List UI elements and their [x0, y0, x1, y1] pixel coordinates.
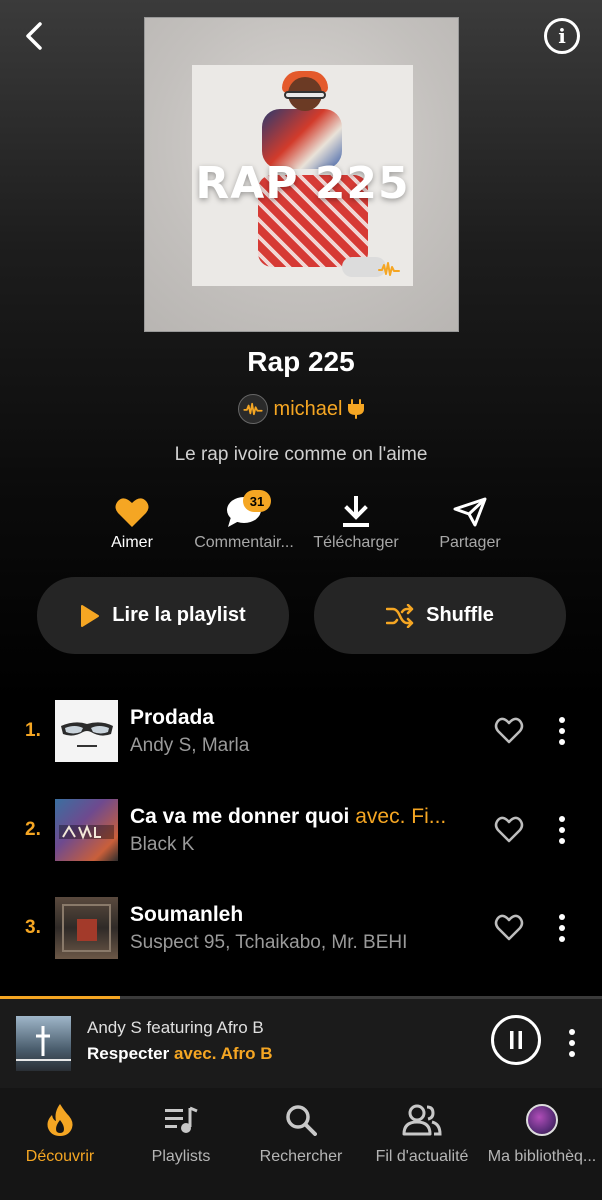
track-title: Soumanleh: [130, 903, 244, 926]
now-playing-artwork: [16, 1016, 71, 1071]
audiomack-logo-icon: [378, 262, 400, 276]
album-art-graffiti: [59, 824, 114, 840]
tab-label: Découvrir: [25, 1148, 95, 1165]
share-icon: [453, 497, 487, 527]
back-button[interactable]: [14, 16, 54, 56]
share-action[interactable]: Partager: [410, 494, 530, 552]
track-title: Prodada: [130, 706, 215, 729]
action-row: Aimer 31 Commentair... Télécharger Parta…: [76, 490, 526, 554]
shuffle-icon: [386, 603, 414, 628]
track-artist: Andy S, Marla: [130, 735, 250, 756]
heart-icon: [115, 498, 149, 527]
search-icon: [286, 1105, 317, 1136]
playlist-owner[interactable]: michael: [0, 394, 602, 424]
play-playlist-label: Lire la playlist: [112, 604, 246, 626]
download-icon: [343, 496, 369, 527]
track-number: 1.: [25, 720, 41, 741]
heart-outline-icon[interactable]: [494, 913, 524, 941]
download-action[interactable]: Télécharger: [296, 494, 416, 552]
heart-outline-icon[interactable]: [494, 815, 524, 843]
track-artwork: [55, 700, 118, 762]
people-icon: [402, 1104, 442, 1136]
track-row[interactable]: 2. Ca va me donner quoi avec. Fi... Blac…: [0, 799, 602, 869]
playlist-title: Rap 225: [247, 346, 355, 377]
tab-library[interactable]: Ma bibliothèq...: [482, 1088, 602, 1200]
album-art-landscape: [16, 1026, 71, 1061]
playlist-description: Le rap ivoire comme on l'aime: [174, 444, 428, 465]
info-icon: i: [558, 24, 566, 48]
more-vertical-icon[interactable]: [556, 815, 568, 845]
fire-icon: [47, 1104, 73, 1136]
shuffle-button[interactable]: Shuffle: [314, 577, 566, 654]
tab-label: Ma bibliothèq...: [487, 1148, 597, 1165]
tab-discover[interactable]: Découvrir: [0, 1088, 120, 1200]
track-row[interactable]: 1. Prodada Andy S, Marla: [0, 700, 602, 770]
comments-action[interactable]: 31 Commentair...: [184, 490, 304, 552]
play-playlist-button[interactable]: Lire la playlist: [37, 577, 289, 654]
tab-label: Rechercher: [259, 1148, 343, 1165]
sunglasses-artwork: [61, 722, 113, 747]
chevron-left-icon: [26, 22, 42, 50]
mini-player[interactable]: Andy S featuring Afro B Respecter avec. …: [0, 996, 602, 1088]
more-vertical-icon[interactable]: [556, 913, 568, 943]
track-artist: Suspect 95, Tchaikabo, Mr. BEHI: [130, 932, 408, 953]
comments-count-badge: 31: [243, 490, 271, 512]
cover-title: RAP 225: [195, 158, 410, 209]
plug-icon: [348, 399, 365, 419]
like-action[interactable]: Aimer: [72, 494, 192, 552]
now-playing-title: Respecter avec. Afro B: [87, 1044, 273, 1063]
comments-label: Commentair...: [194, 534, 294, 551]
audiomack-logo-icon: [242, 402, 263, 416]
pause-button[interactable]: [491, 1015, 541, 1065]
more-vertical-icon[interactable]: [566, 1028, 578, 1058]
track-number: 3.: [25, 917, 41, 938]
tab-label: Playlists: [151, 1148, 211, 1165]
track-number: 2.: [25, 819, 41, 840]
track-row[interactable]: 3. Soumanleh Suspect 95, Tchaikabo, Mr. …: [0, 897, 602, 967]
tab-feed[interactable]: Fil d'actualité: [362, 1088, 482, 1200]
track-artwork: [55, 799, 118, 861]
owner-name: michael: [273, 397, 343, 420]
owner-avatar: [237, 394, 268, 424]
tab-playlists[interactable]: Playlists: [121, 1088, 241, 1200]
info-button[interactable]: i: [544, 18, 580, 54]
bottom-tab-bar: Découvrir Playlists Rechercher Fil d'act…: [0, 1088, 602, 1200]
play-icon: [81, 604, 100, 627]
track-artwork: [55, 897, 118, 959]
track-title: Ca va me donner quoi avec. Fi...: [130, 805, 447, 828]
like-label: Aimer: [111, 534, 153, 551]
playback-progress: [0, 996, 121, 999]
tab-search[interactable]: Rechercher: [241, 1088, 361, 1200]
more-vertical-icon[interactable]: [556, 716, 568, 746]
playlist-cover: RAP 225: [144, 17, 459, 332]
album-art-room: [62, 904, 111, 952]
tab-label: Fil d'actualité: [375, 1148, 469, 1165]
share-label: Partager: [439, 534, 501, 551]
playlist-icon: [165, 1106, 198, 1133]
avatar-icon: [526, 1104, 558, 1136]
shuffle-label: Shuffle: [426, 604, 494, 626]
now-playing-artist: Andy S featuring Afro B: [87, 1018, 264, 1037]
heart-outline-icon[interactable]: [494, 716, 524, 744]
track-artist: Black K: [130, 834, 195, 855]
download-label: Télécharger: [313, 534, 399, 551]
pause-icon: [510, 1031, 522, 1049]
